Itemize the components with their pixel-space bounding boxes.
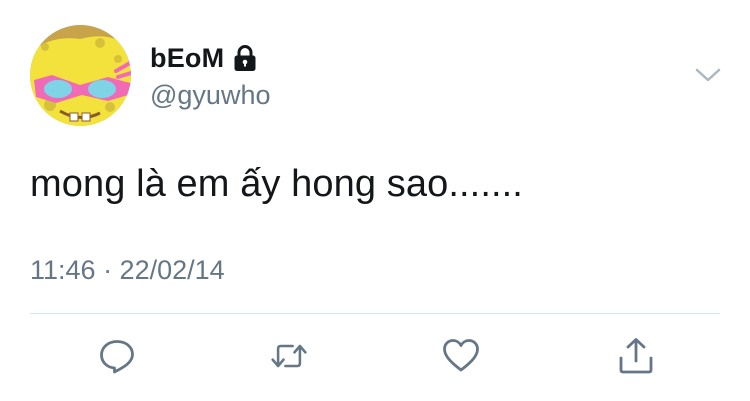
user-handle[interactable]: @gyuwho xyxy=(150,80,270,111)
heart-icon xyxy=(443,339,479,372)
display-name[interactable]: bEoM xyxy=(150,43,224,74)
divider xyxy=(30,313,720,314)
avatar[interactable] xyxy=(30,25,131,126)
chevron-down-icon[interactable] xyxy=(694,64,722,86)
retweet-button[interactable] xyxy=(269,336,309,376)
tweet-text: mong là em ấy hong sao....... xyxy=(30,163,523,205)
lock-icon xyxy=(233,44,257,72)
retweet-icon xyxy=(271,344,307,368)
share-icon xyxy=(619,338,653,374)
display-name-row: bEoM xyxy=(150,43,257,73)
like-button[interactable] xyxy=(441,336,481,376)
avatar-image xyxy=(30,25,131,126)
share-button[interactable] xyxy=(616,336,656,376)
reply-icon xyxy=(100,340,134,374)
tweet-timestamp[interactable]: 11:46 · 22/02/14 xyxy=(30,255,225,286)
tweet-card: bEoM @gyuwho mong là em ấy hong sao.....… xyxy=(0,0,750,401)
reply-button[interactable] xyxy=(97,336,137,376)
